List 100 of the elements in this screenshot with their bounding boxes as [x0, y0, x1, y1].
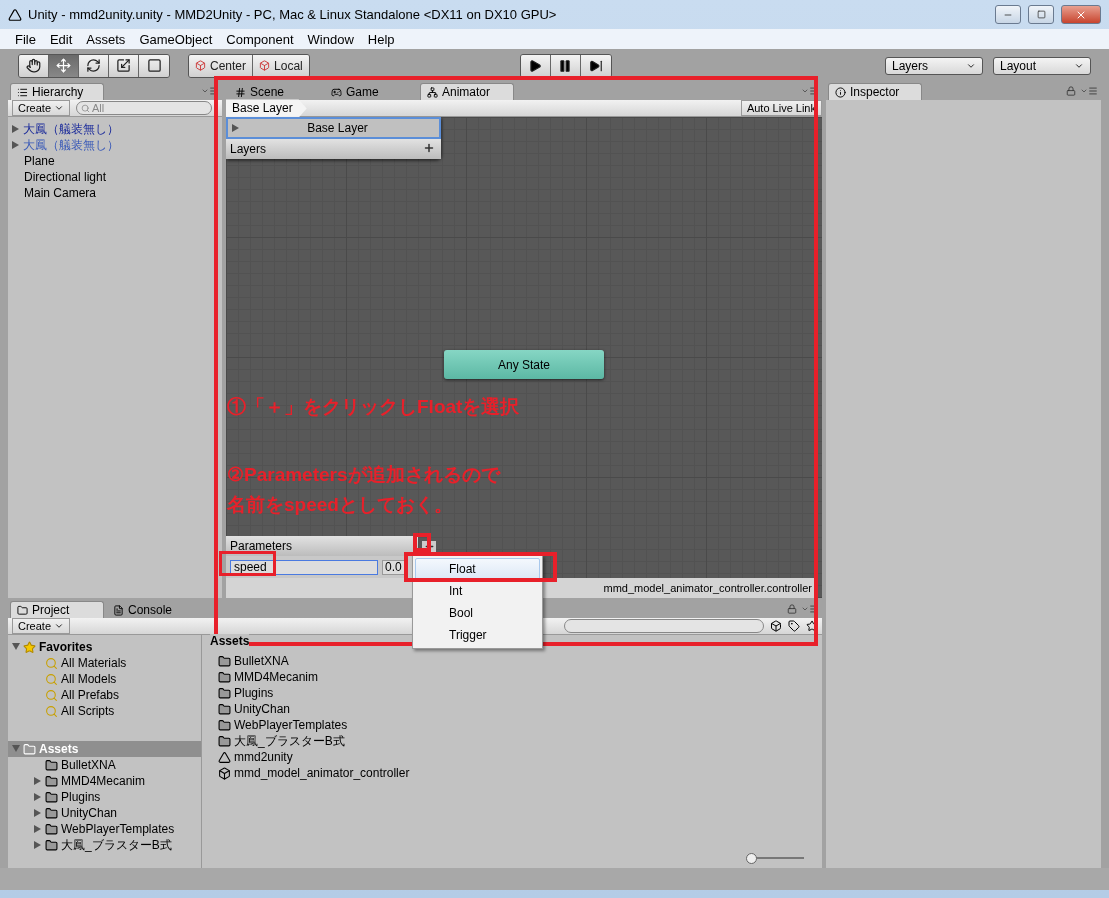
state-node[interactable]: Any State: [444, 350, 604, 380]
pivot-button[interactable]: Local: [253, 54, 309, 77]
tree-item[interactable]: UnityChan: [61, 806, 118, 821]
panel-tab[interactable]: Scene: [228, 83, 322, 101]
asset-item[interactable]: BulletXNA: [234, 654, 289, 669]
menu-item[interactable]: GameObject: [132, 31, 220, 47]
tree-item[interactable]: All Materials: [61, 656, 127, 671]
folder-icon: [218, 654, 231, 668]
hierarchy-item[interactable]: Directional light: [24, 170, 107, 185]
hierarchy-item[interactable]: Main Camera: [24, 186, 97, 201]
panel-tab[interactable]: Project: [10, 601, 104, 619]
tree-item[interactable]: 大鳳_ブラスターB式: [61, 836, 172, 854]
close-button[interactable]: [1061, 5, 1101, 25]
tool-button[interactable]: [109, 54, 139, 77]
tree-item[interactable]: All Prefabs: [61, 688, 120, 703]
tree-item[interactable]: Favorites: [39, 640, 93, 655]
layers-title: Layers: [230, 142, 267, 157]
menu-item[interactable]: Edit: [42, 31, 80, 47]
panel-tab[interactable]: Hierarchy: [10, 83, 104, 101]
hierarchy-item[interactable]: Plane: [24, 154, 55, 169]
menu-item[interactable]: Component: [219, 31, 301, 47]
rotate-icon: [86, 58, 101, 74]
maximize-icon: [1036, 10, 1046, 20]
search-icon: [81, 103, 91, 113]
tree-item[interactable]: Plugins: [61, 790, 101, 805]
create-button[interactable]: Create: [12, 618, 71, 635]
menu-item[interactable]: Float: [415, 558, 540, 581]
step-button[interactable]: [580, 54, 611, 77]
parameter-value-field[interactable]: 0.0: [382, 559, 406, 575]
menu-item[interactable]: Help: [360, 31, 402, 47]
grid-icon: [235, 86, 246, 98]
breadcrumb[interactable]: Base Layer: [226, 99, 307, 118]
search-icon: [45, 704, 58, 718]
folder-icon: [17, 604, 28, 616]
hand-icon: [26, 58, 41, 74]
search-field[interactable]: [564, 619, 764, 634]
pivot-button[interactable]: Center: [189, 54, 254, 77]
plus-icon: [423, 142, 435, 155]
nodes-icon: [427, 86, 438, 98]
menu-item[interactable]: Assets: [79, 31, 133, 47]
asset-item[interactable]: 大鳳_ブラスターB式: [234, 732, 345, 750]
menu-item[interactable]: File: [8, 31, 43, 47]
tool-button[interactable]: [19, 54, 49, 77]
info-icon: [835, 86, 846, 98]
lock-icon[interactable]: [1066, 86, 1076, 97]
scale-icon: [116, 58, 131, 74]
menu-item[interactable]: Window: [300, 31, 361, 47]
create-button[interactable]: Create: [12, 100, 71, 117]
cube-icon: [259, 60, 271, 72]
annotation-text: ①「＋」をクリックしFloatを選択: [227, 395, 520, 420]
layer-row[interactable]: Base Layer: [226, 117, 441, 140]
tool-button[interactable]: [139, 54, 169, 77]
maximize-button[interactable]: [1028, 5, 1054, 25]
star-icon: [23, 640, 36, 654]
hierarchy-item[interactable]: 大鳳（艤装無し）: [23, 120, 119, 138]
console-icon: [113, 604, 124, 616]
minimize-button[interactable]: [995, 5, 1021, 25]
parameter-name-field[interactable]: speed: [230, 559, 378, 575]
tree-item[interactable]: All Models: [61, 672, 117, 687]
search-icon: [45, 656, 58, 670]
menu-item[interactable]: Trigger: [415, 624, 540, 647]
tree-item[interactable]: BulletXNA: [61, 758, 116, 773]
folder-icon: [218, 670, 231, 684]
asset-item[interactable]: MMD4Mecanim: [234, 670, 318, 685]
breadcrumb[interactable]: Assets: [210, 634, 250, 649]
folder-icon: [45, 838, 58, 852]
dropdown[interactable]: Layers: [885, 56, 983, 75]
folder-icon: [218, 686, 231, 700]
asset-item[interactable]: UnityChan: [234, 702, 291, 717]
pause-button[interactable]: [550, 54, 581, 77]
tree-item[interactable]: All Scripts: [61, 704, 115, 719]
folder-icon: [218, 718, 231, 732]
dropdown[interactable]: Layout: [993, 56, 1091, 75]
hierarchy-item[interactable]: 大鳳（艤装無し）: [23, 136, 119, 154]
window-title: Unity - mmd2unity.unity - MMD2Unity - PC, Mac & Linux Standalone <DX11 on DX10 GPU>: [28, 7, 558, 23]
tree-item[interactable]: MMD4Mecanim: [61, 774, 145, 789]
search-icon: [45, 672, 58, 686]
folder-icon: [218, 734, 231, 748]
asset-item[interactable]: mmd2unity: [234, 750, 293, 765]
tree-item[interactable]: WebPlayerTemplates: [61, 822, 175, 837]
slider-thumb[interactable]: [745, 853, 757, 865]
folder-icon: [45, 822, 58, 836]
tag-icon[interactable]: [788, 620, 800, 633]
panel-tab[interactable]: Animator: [420, 83, 514, 101]
menu-item[interactable]: Bool: [415, 602, 540, 625]
asset-item[interactable]: mmd_model_animator_controller: [234, 766, 410, 781]
folder-icon: [45, 806, 58, 820]
tool-button[interactable]: [79, 54, 109, 77]
panel-tab[interactable]: Console: [106, 601, 200, 619]
expand-arrow-icon[interactable]: [232, 124, 240, 133]
asset-item[interactable]: WebPlayerTemplates: [234, 718, 348, 733]
folder-icon: [218, 702, 231, 716]
tool-button[interactable]: [49, 54, 79, 77]
play-button[interactable]: [520, 54, 551, 77]
asset-item[interactable]: Plugins: [234, 686, 274, 701]
lock-icon[interactable]: [787, 604, 797, 615]
panel-tab[interactable]: Inspector: [828, 83, 922, 101]
panel-tab[interactable]: Game: [324, 83, 418, 101]
controller-filename: mmd_model_animator_controller.controller: [603, 582, 812, 595]
folder-icon: [45, 758, 58, 772]
